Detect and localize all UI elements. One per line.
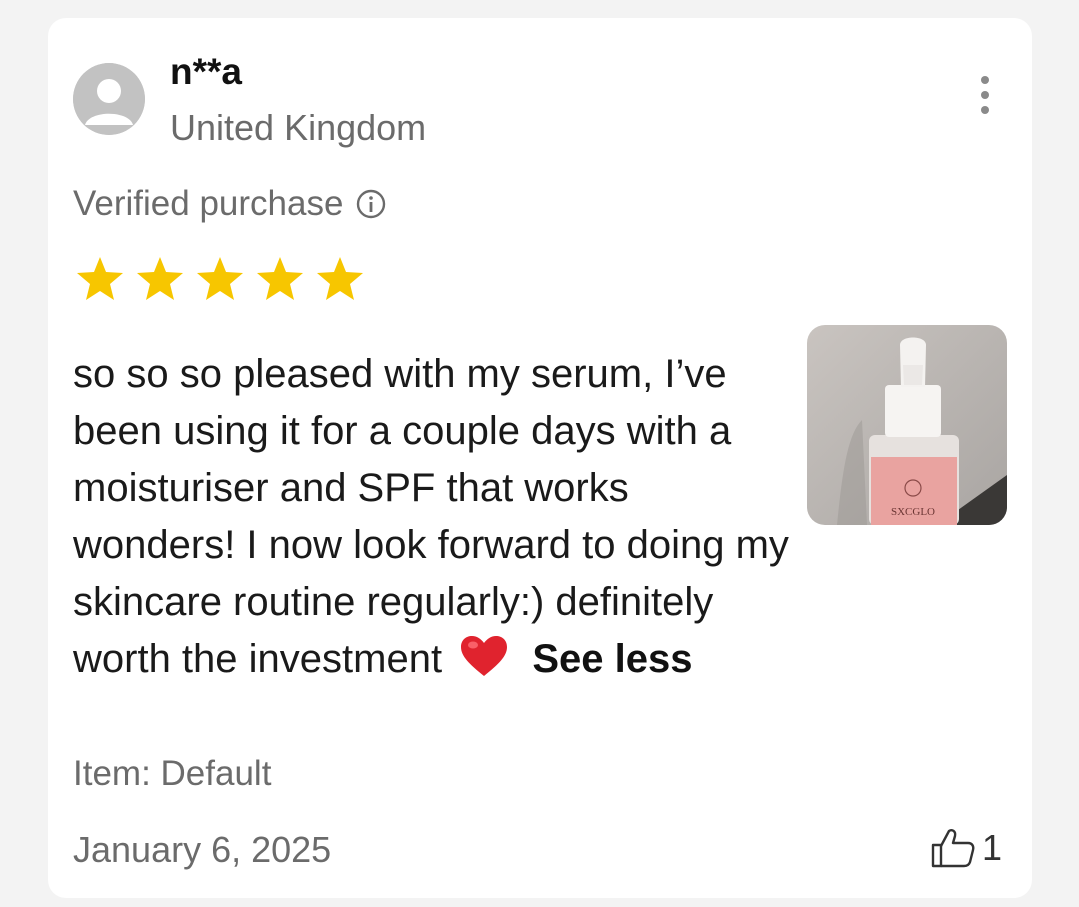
star-icon bbox=[197, 257, 243, 300]
more-options-button[interactable] bbox=[970, 76, 1000, 126]
verified-purchase-row: Verified purchase bbox=[73, 182, 387, 226]
user-silhouette-icon bbox=[73, 63, 145, 135]
avatar bbox=[73, 63, 145, 135]
info-icon[interactable] bbox=[355, 188, 387, 220]
star-icon bbox=[317, 257, 363, 300]
star-rating bbox=[73, 255, 367, 301]
review-text: so so so pleased with my serum, I’ve bee… bbox=[73, 352, 789, 681]
see-less-button[interactable]: See less bbox=[532, 637, 692, 681]
star-icon bbox=[137, 257, 183, 300]
thumbs-up-icon bbox=[931, 829, 975, 868]
item-variant: Item: Default bbox=[73, 754, 272, 793]
more-vertical-icon-dot bbox=[981, 106, 989, 114]
helpful-button[interactable]: 1 bbox=[930, 826, 1002, 870]
review-date: January 6, 2025 bbox=[73, 829, 332, 870]
star-icon bbox=[257, 257, 303, 300]
helpful-count: 1 bbox=[982, 827, 1003, 868]
review-body: so so so pleased with my serum, I’ve bee… bbox=[73, 346, 793, 694]
reviewer-country: United Kingdom bbox=[170, 107, 427, 148]
verified-purchase-label: Verified purchase bbox=[73, 184, 344, 223]
photo-brand-text: SXCGLO bbox=[891, 506, 935, 518]
review-photo[interactable]: SXCGLO bbox=[807, 325, 1007, 525]
more-vertical-icon-dot bbox=[981, 91, 989, 99]
reviewer-name: n**a bbox=[170, 51, 242, 92]
star-icon bbox=[77, 257, 123, 300]
more-vertical-icon-dot bbox=[981, 76, 989, 84]
heart-emoji-icon bbox=[459, 634, 509, 694]
review-card: n**a United Kingdom Verified purchase so… bbox=[48, 18, 1032, 898]
